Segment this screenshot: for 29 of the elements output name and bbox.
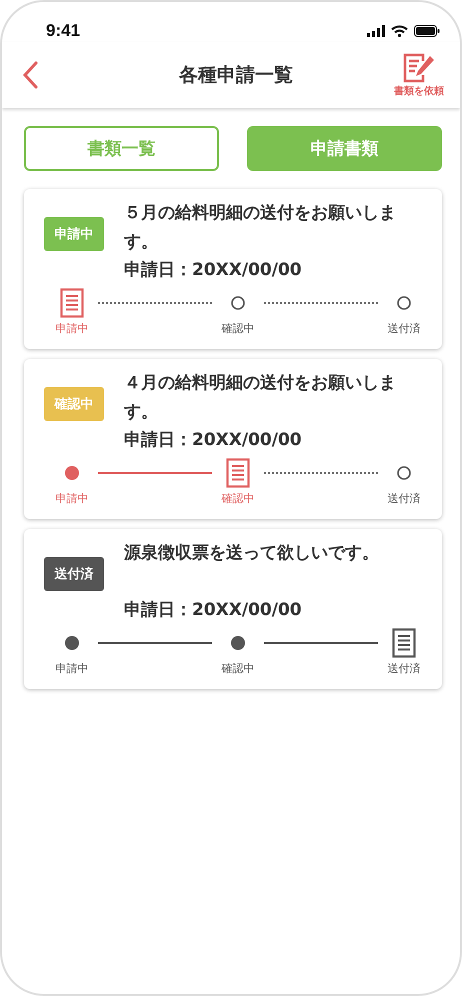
back-icon <box>22 61 38 89</box>
request-title: ４月の給料明細の送付をお願いします。 <box>124 372 397 424</box>
request-date: 申請日：20XX/00/00 <box>124 429 303 452</box>
step-label: 確認中 <box>222 661 254 676</box>
request-title: 源泉徴収票を送って欲しいです。 <box>124 542 380 565</box>
step-label: 申請中 <box>56 491 88 506</box>
request-date: 申請日：20XX/00/00 <box>124 599 303 622</box>
step-label: 申請中 <box>56 661 88 676</box>
signal-icon <box>367 25 385 37</box>
step-label: 確認中 <box>222 321 254 336</box>
step-label: 申請中 <box>56 321 88 336</box>
request-card[interactable]: 送付済 源泉徴収票を送って欲しいです。 申請日：20XX/00/00 申請中 確認中 送付済 <box>24 529 442 689</box>
status-badge: 申請中 <box>44 217 104 251</box>
request-title: ５月の給料明細の送付をお願いします。 <box>124 202 397 254</box>
page-title: 各種申請一覧 <box>179 63 293 88</box>
step-label: 送付済 <box>388 661 420 676</box>
request-card[interactable]: 申請中 ５月の給料明細の送付をお願いします。 申請日：20XX/00/00 申請中 確認中 送付済 <box>24 189 442 349</box>
back-button[interactable] <box>22 61 38 89</box>
battery-icon <box>414 25 440 37</box>
request-card[interactable]: 確認中 ４月の給料明細の送付をお願いします。 申請日：20XX/00/00 申請中 確認中 送付済 <box>24 359 442 519</box>
document-pencil-icon <box>403 52 435 82</box>
request-date: 申請日：20XX/00/00 <box>124 259 303 282</box>
status-badge: 送付済 <box>44 557 104 591</box>
step-label: 送付済 <box>388 491 420 506</box>
wifi-icon <box>391 25 408 37</box>
step-label: 送付済 <box>388 321 420 336</box>
status-badge: 確認中 <box>44 387 104 421</box>
status-time: 9:41 <box>46 21 80 41</box>
step-label: 確認中 <box>222 491 254 506</box>
